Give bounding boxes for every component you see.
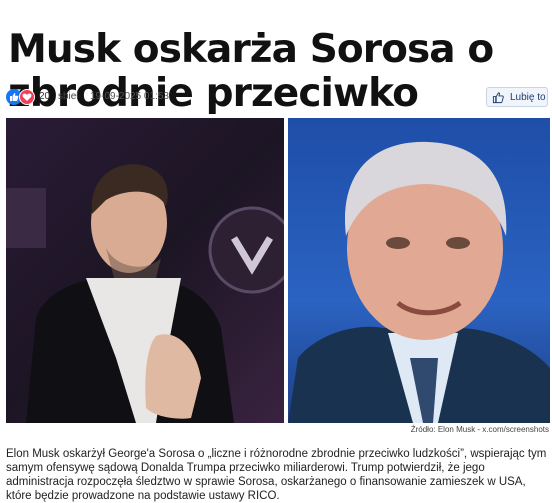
like-button[interactable]: Lubię to	[486, 87, 548, 107]
like-button-label: Lubię to	[510, 92, 546, 103]
photo-elon-musk	[6, 118, 284, 423]
author-name[interactable]: sbiel	[58, 91, 79, 102]
heart-reaction-icon[interactable]	[19, 89, 35, 105]
article-lead: Elon Musk oskarżył George'a Sorosa o „li…	[6, 448, 547, 502]
image-source-credit: Źródło: Elon Musk - x.com/screenshots	[410, 425, 549, 434]
reaction-count: 20	[39, 91, 51, 102]
publish-date: 19-09-2025 01:53	[90, 91, 169, 102]
thumbs-up-icon	[492, 92, 504, 104]
photo-george-soros	[288, 118, 550, 423]
article-meta: 20 sbiel 19-09-2025 01:53 Lubię to	[6, 87, 548, 109]
